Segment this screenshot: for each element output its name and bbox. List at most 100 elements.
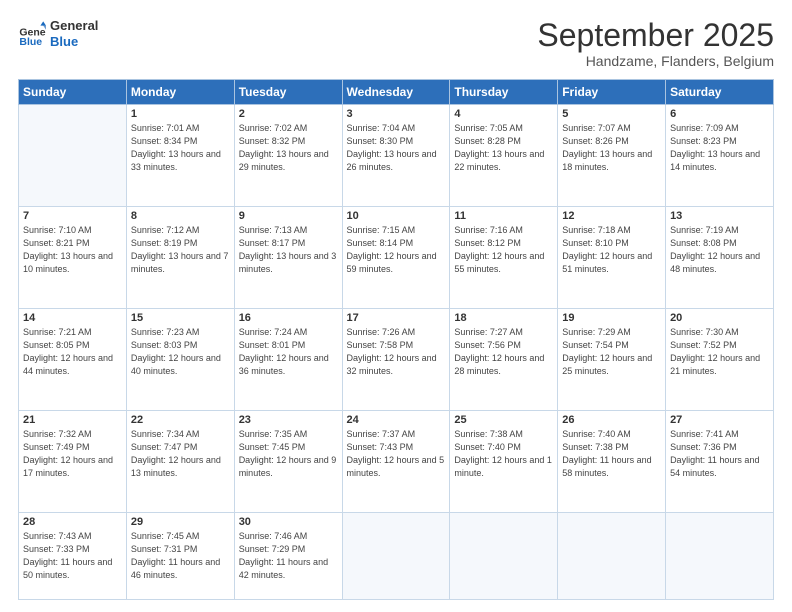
header: General Blue General Blue September 2025…: [18, 18, 774, 69]
day-number: 15: [131, 312, 230, 324]
table-row: [666, 513, 774, 600]
day-info: Sunrise: 7:05 AM Sunset: 8:28 PM Dayligh…: [454, 122, 553, 174]
day-number: 8: [131, 210, 230, 222]
day-info: Sunrise: 7:34 AM Sunset: 7:47 PM Dayligh…: [131, 428, 230, 480]
day-number: 26: [562, 414, 661, 426]
col-friday: Friday: [558, 80, 666, 105]
day-info: Sunrise: 7:13 AM Sunset: 8:17 PM Dayligh…: [239, 224, 338, 276]
location: Handzame, Flanders, Belgium: [537, 53, 774, 69]
table-row: 19Sunrise: 7:29 AM Sunset: 7:54 PM Dayli…: [558, 309, 666, 411]
day-info: Sunrise: 7:26 AM Sunset: 7:58 PM Dayligh…: [347, 326, 446, 378]
col-wednesday: Wednesday: [342, 80, 450, 105]
table-row: 13 Sunrise: 7:19 AM Sunset: 8:08 PM Dayli…: [666, 207, 774, 309]
day-number: 17: [347, 312, 446, 324]
day-number: 27: [670, 414, 769, 426]
page: General Blue General Blue September 2025…: [0, 0, 792, 612]
day-info: Sunrise: 7:32 AM Sunset: 7:49 PM Dayligh…: [23, 428, 122, 480]
day-number: 2: [239, 108, 338, 120]
table-row: 9 Sunrise: 7:13 AM Sunset: 8:17 PM Daylig…: [234, 207, 342, 309]
table-row: 4 Sunrise: 7:05 AM Sunset: 8:28 PM Daylig…: [450, 105, 558, 207]
table-row: 27Sunrise: 7:41 AM Sunset: 7:36 PM Dayli…: [666, 411, 774, 513]
table-row: 3 Sunrise: 7:04 AM Sunset: 8:30 PM Daylig…: [342, 105, 450, 207]
col-sunday: Sunday: [19, 80, 127, 105]
day-number: 10: [347, 210, 446, 222]
logo-line1: General: [50, 18, 98, 34]
day-info: Sunrise: 7:40 AM Sunset: 7:38 PM Dayligh…: [562, 428, 661, 480]
table-row: [342, 513, 450, 600]
table-row: 8 Sunrise: 7:12 AM Sunset: 8:19 PM Daylig…: [126, 207, 234, 309]
day-info: Sunrise: 7:29 AM Sunset: 7:54 PM Dayligh…: [562, 326, 661, 378]
day-info: Sunrise: 7:38 AM Sunset: 7:40 PM Dayligh…: [454, 428, 553, 480]
day-info: Sunrise: 7:15 AM Sunset: 8:14 PM Dayligh…: [347, 224, 446, 276]
day-info: Sunrise: 7:46 AM Sunset: 7:29 PM Dayligh…: [239, 530, 338, 582]
day-number: 9: [239, 210, 338, 222]
day-number: 3: [347, 108, 446, 120]
day-info: Sunrise: 7:12 AM Sunset: 8:19 PM Dayligh…: [131, 224, 230, 276]
day-info: Sunrise: 7:02 AM Sunset: 8:32 PM Dayligh…: [239, 122, 338, 174]
day-number: 16: [239, 312, 338, 324]
day-number: 25: [454, 414, 553, 426]
day-info: Sunrise: 7:18 AM Sunset: 8:10 PM Dayligh…: [562, 224, 661, 276]
day-info: Sunrise: 7:09 AM Sunset: 8:23 PM Dayligh…: [670, 122, 769, 174]
month-title: September 2025: [537, 18, 774, 53]
day-number: 30: [239, 516, 338, 528]
table-row: [450, 513, 558, 600]
table-row: 20 Sunrise: 7:30 AM Sunset: 7:52 PM Dayli…: [666, 309, 774, 411]
table-row: 21 Sunrise: 7:32 AM Sunset: 7:49 PM Dayli…: [19, 411, 127, 513]
day-number: 12: [562, 210, 661, 222]
day-number: 14: [23, 312, 122, 324]
day-number: 11: [454, 210, 553, 222]
table-row: 14 Sunrise: 7:21 AM Sunset: 8:05 PM Dayli…: [19, 309, 127, 411]
table-row: 16 Sunrise: 7:24 AM Sunset: 8:01 PM Dayli…: [234, 309, 342, 411]
day-info: Sunrise: 7:35 AM Sunset: 7:45 PM Dayligh…: [239, 428, 338, 480]
day-info: Sunrise: 7:30 AM Sunset: 7:52 PM Dayligh…: [670, 326, 769, 378]
day-info: Sunrise: 7:04 AM Sunset: 8:30 PM Dayligh…: [347, 122, 446, 174]
logo: General Blue General Blue: [18, 18, 98, 49]
day-info: Sunrise: 7:23 AM Sunset: 8:03 PM Dayligh…: [131, 326, 230, 378]
table-row: 12 Sunrise: 7:18 AM Sunset: 8:10 PM Dayli…: [558, 207, 666, 309]
day-info: Sunrise: 7:37 AM Sunset: 7:43 PM Dayligh…: [347, 428, 446, 480]
table-row: 1Sunrise: 7:01 AM Sunset: 8:34 PM Daylig…: [126, 105, 234, 207]
table-row: 5 Sunrise: 7:07 AM Sunset: 8:26 PM Daylig…: [558, 105, 666, 207]
day-number: 22: [131, 414, 230, 426]
table-row: 2 Sunrise: 7:02 AM Sunset: 8:32 PM Daylig…: [234, 105, 342, 207]
day-number: 29: [131, 516, 230, 528]
day-info: Sunrise: 7:45 AM Sunset: 7:31 PM Dayligh…: [131, 530, 230, 582]
logo-icon: General Blue: [18, 20, 46, 48]
day-number: 21: [23, 414, 122, 426]
day-number: 23: [239, 414, 338, 426]
table-row: 25 Sunrise: 7:38 AM Sunset: 7:40 PM Dayli…: [450, 411, 558, 513]
table-row: 11Sunrise: 7:16 AM Sunset: 8:12 PM Dayli…: [450, 207, 558, 309]
table-row: 22 Sunrise: 7:34 AM Sunset: 7:47 PM Dayli…: [126, 411, 234, 513]
day-number: 1: [131, 108, 230, 120]
col-monday: Monday: [126, 80, 234, 105]
day-info: Sunrise: 7:24 AM Sunset: 8:01 PM Dayligh…: [239, 326, 338, 378]
table-row: 17 Sunrise: 7:26 AM Sunset: 7:58 PM Dayli…: [342, 309, 450, 411]
day-number: 4: [454, 108, 553, 120]
day-info: Sunrise: 7:10 AM Sunset: 8:21 PM Dayligh…: [23, 224, 122, 276]
day-number: 5: [562, 108, 661, 120]
day-number: 20: [670, 312, 769, 324]
table-row: 18 Sunrise: 7:27 AM Sunset: 7:56 PM Dayli…: [450, 309, 558, 411]
table-row: 24 Sunrise: 7:37 AM Sunset: 7:43 PM Dayli…: [342, 411, 450, 513]
table-row: [19, 105, 127, 207]
day-info: Sunrise: 7:21 AM Sunset: 8:05 PM Dayligh…: [23, 326, 122, 378]
title-block: September 2025 Handzame, Flanders, Belgi…: [537, 18, 774, 69]
day-info: Sunrise: 7:43 AM Sunset: 7:33 PM Dayligh…: [23, 530, 122, 582]
calendar-header-row: Sunday Monday Tuesday Wednesday Thursday…: [19, 80, 774, 105]
day-info: Sunrise: 7:27 AM Sunset: 7:56 PM Dayligh…: [454, 326, 553, 378]
day-number: 24: [347, 414, 446, 426]
day-number: 18: [454, 312, 553, 324]
day-number: 13: [670, 210, 769, 222]
table-row: [558, 513, 666, 600]
table-row: 6 Sunrise: 7:09 AM Sunset: 8:23 PM Daylig…: [666, 105, 774, 207]
day-number: 6: [670, 108, 769, 120]
svg-text:Blue: Blue: [19, 36, 42, 48]
col-thursday: Thursday: [450, 80, 558, 105]
day-info: Sunrise: 7:07 AM Sunset: 8:26 PM Dayligh…: [562, 122, 661, 174]
col-tuesday: Tuesday: [234, 80, 342, 105]
table-row: 23 Sunrise: 7:35 AM Sunset: 7:45 PM Dayli…: [234, 411, 342, 513]
day-info: Sunrise: 7:19 AM Sunset: 8:08 PM Dayligh…: [670, 224, 769, 276]
table-row: 15 Sunrise: 7:23 AM Sunset: 8:03 PM Dayli…: [126, 309, 234, 411]
table-row: 10 Sunrise: 7:15 AM Sunset: 8:14 PM Dayli…: [342, 207, 450, 309]
